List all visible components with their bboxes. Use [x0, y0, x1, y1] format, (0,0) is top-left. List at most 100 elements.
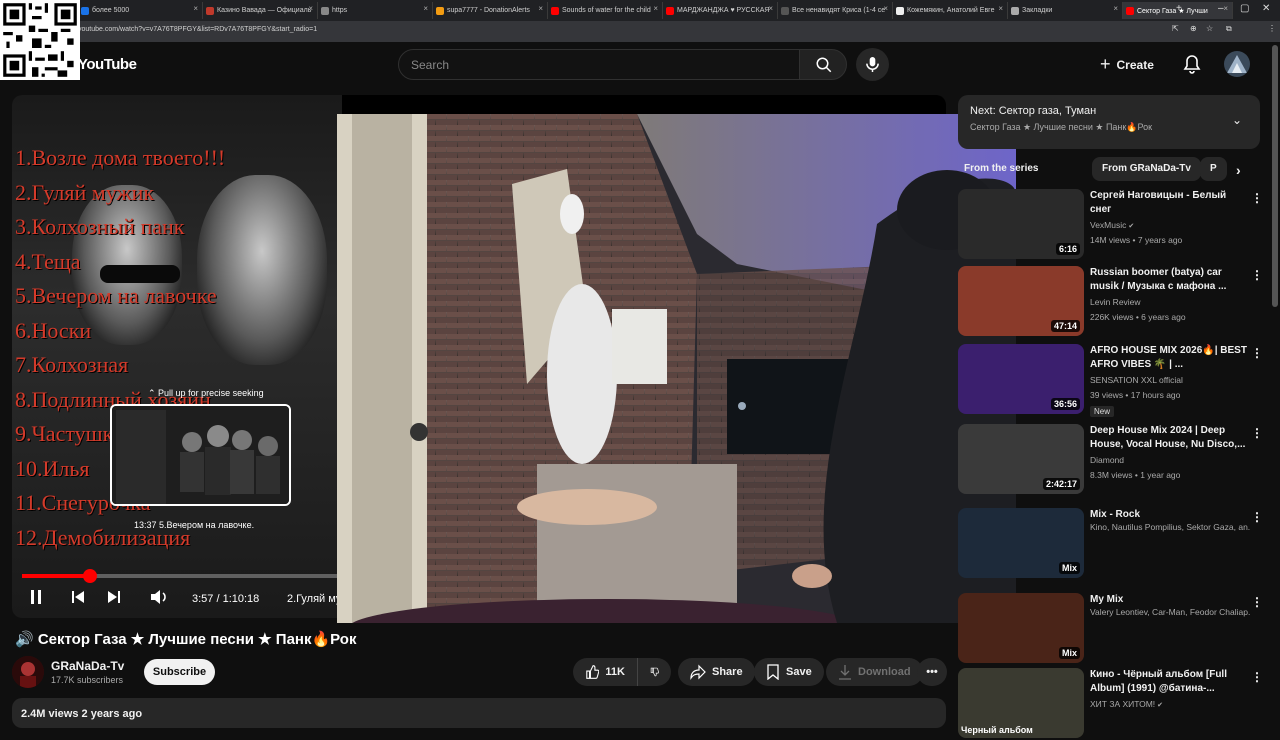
chevron-down-icon[interactable]: ⌄ — [1232, 113, 1242, 127]
chevron-right-icon[interactable]: › — [1236, 162, 1241, 178]
zoom-icon[interactable]: ⊕ — [1190, 24, 1197, 33]
install-icon[interactable]: ⇱ — [1172, 24, 1179, 33]
video-thumbnail[interactable]: 47:14 — [958, 266, 1084, 336]
video-thumbnail[interactable]: Mix — [958, 508, 1084, 578]
tab-close-icon[interactable]: × — [1223, 4, 1228, 13]
browser-tab[interactable]: supa7777 - DonationAlerts × — [433, 2, 548, 19]
video-thumbnail[interactable]: Mix — [958, 593, 1084, 663]
search-placeholder: Search — [411, 58, 450, 72]
recommendation-channel[interactable]: SENSATION XXL official — [1090, 375, 1250, 385]
browser-tab[interactable]: Кожемякин, Анатолий Евге × — [893, 2, 1008, 19]
next-button[interactable] — [106, 589, 122, 609]
more-vertical-icon[interactable]: ⋮ — [1251, 670, 1263, 684]
previous-button[interactable] — [70, 589, 86, 609]
search-button[interactable] — [799, 49, 847, 80]
tab-close-icon[interactable]: × — [308, 4, 313, 13]
description-box[interactable]: 2.4M views 2 years ago — [12, 698, 946, 728]
extensions-icon[interactable]: ⧉ — [1226, 24, 1232, 34]
scrollbar[interactable] — [1272, 45, 1278, 307]
recommendation-title[interactable]: Deep House Mix 2024 | Deep House, Vocal … — [1090, 424, 1250, 452]
subscribe-button[interactable]: Subscribe — [144, 659, 215, 685]
close-window-button[interactable]: ✕ — [1262, 3, 1270, 14]
account-avatar[interactable] — [1224, 51, 1250, 77]
recommendation-title[interactable]: Mix - Rock — [1090, 508, 1250, 522]
more-vertical-icon[interactable]: ⋮ — [1251, 346, 1263, 360]
recommendation-title[interactable]: My Mix — [1090, 593, 1250, 607]
bookmark-star-icon[interactable]: ☆ — [1206, 24, 1213, 33]
channel-avatar[interactable] — [12, 656, 44, 688]
video-thumbnail[interactable]: 6:16 — [958, 189, 1084, 259]
tab-close-icon[interactable]: × — [538, 4, 543, 13]
pause-button[interactable] — [29, 589, 43, 609]
recommendation-channel[interactable]: ХИТ ЗА ХИТОМ! ✔ — [1090, 699, 1250, 709]
more-vertical-icon[interactable]: ⋮ — [1251, 595, 1263, 609]
new-tab-button[interactable]: + — [1176, 3, 1182, 14]
recommendation-title[interactable]: Кино - Чёрный альбом [Full Album] (1991)… — [1090, 668, 1250, 696]
voice-search-button[interactable] — [856, 48, 889, 81]
tab-close-icon[interactable]: × — [1113, 4, 1118, 13]
tab-close-icon[interactable]: × — [883, 4, 888, 13]
volume-button[interactable] — [149, 589, 169, 609]
like-button[interactable]: 11K — [573, 658, 637, 686]
filter-chip[interactable]: From GRaNaDa-Tv — [1092, 157, 1201, 181]
maximize-button[interactable]: ▢ — [1240, 3, 1249, 14]
notifications-button[interactable] — [1183, 54, 1201, 79]
more-vertical-icon[interactable]: ⋮ — [1251, 268, 1263, 282]
download-button[interactable]: Download — [826, 658, 923, 686]
share-button[interactable]: Share — [678, 658, 755, 686]
recommendation-title[interactable]: Russian boomer (batya) car musik / Музык… — [1090, 266, 1250, 294]
recommendation-channel[interactable]: Levin Review — [1090, 297, 1250, 307]
more-vertical-icon[interactable]: ⋮ — [1251, 426, 1263, 440]
search-input[interactable]: Search — [398, 49, 800, 80]
recommendation-title[interactable]: AFRO HOUSE MIX 2026🔥| BEST AFRO VIBES 🌴 … — [1090, 344, 1250, 372]
browser-tab[interactable]: более 5000 × — [78, 2, 203, 19]
url-text[interactable]: youtube.com/watch?v=v7A76T8PFGY&list=RDv… — [78, 26, 317, 33]
save-button[interactable]: Save — [754, 658, 824, 686]
recommendation-item[interactable]: 47:14 Russian boomer (batya) car musik / … — [958, 266, 1278, 338]
video-thumbnail[interactable]: 2:42:17 — [958, 424, 1084, 494]
recommendation-channel[interactable]: Diamond — [1090, 455, 1250, 465]
browser-tab[interactable]: https × — [318, 2, 433, 19]
browser-tab[interactable]: Все ненавидят Криса (1-4 се × — [778, 2, 893, 19]
recommendation-item[interactable]: Черный альбом Кино - Чёрный альбом [Full … — [958, 668, 1278, 740]
video-thumbnail[interactable]: 36:56 — [958, 344, 1084, 414]
chapter-title[interactable]: 2.Гуляй му — [287, 593, 341, 605]
address-bar[interactable]: youtube.com/watch?v=v7A76T8PFGY&list=RDv… — [0, 21, 1280, 42]
up-next-panel[interactable]: Next: Сектор газа, Туман Сектор Газа ★ Л… — [958, 95, 1260, 149]
tab-close-icon[interactable]: × — [768, 4, 773, 13]
recommendation-channel[interactable]: Valery Leontiev, Car-Man, Feodor Chaliap… — [1090, 607, 1250, 617]
youtube-logo[interactable]: YouTube — [78, 56, 137, 73]
more-actions-button[interactable]: ••• — [917, 658, 947, 686]
recommendation-channel[interactable]: VexMusic ✔ — [1090, 220, 1250, 230]
channel-name[interactable]: GRaNaDa-Tv — [51, 659, 124, 673]
tab-close-icon[interactable]: × — [193, 4, 198, 13]
recommendation-item[interactable]: Mix My Mix Valery Leontiev, Car-Man, Feodo… — [958, 593, 1278, 665]
more-vertical-icon[interactable]: ⋮ — [1251, 191, 1263, 205]
recommendation-channel[interactable]: Kino, Nautilus Pompilius, Sektor Gaza, a… — [1090, 522, 1250, 532]
track-list-item: 1.Возле дома твоего!!! — [15, 145, 226, 170]
browser-tab[interactable]: Закладки × — [1008, 2, 1123, 19]
filter-chip[interactable]: From the series — [954, 157, 1048, 181]
browser-tab[interactable]: Казино Вавада — Официаль × — [203, 2, 318, 19]
browser-tab[interactable]: Sounds of water for the child × — [548, 2, 663, 19]
recommendation-item[interactable]: 6:16 Сергей Наговицын - Белый снег VexMusi… — [958, 189, 1278, 261]
scrubber-handle[interactable] — [83, 569, 97, 583]
more-vertical-icon[interactable]: ⋮ — [1251, 510, 1263, 524]
recommendation-title[interactable]: Сергей Наговицын - Белый снег — [1090, 189, 1250, 217]
track-list-item: 2.Гуляй мужик — [15, 179, 155, 205]
tab-close-icon[interactable]: × — [998, 4, 1003, 13]
recommendation-item[interactable]: 36:56 AFRO HOUSE MIX 2026🔥| BEST AFRO VIB… — [958, 344, 1278, 417]
tab-close-icon[interactable]: × — [653, 4, 658, 13]
recommendation-item[interactable]: Mix Mix - Rock Kino, Nautilus Pompilius, S… — [958, 508, 1278, 580]
recommendation-item[interactable]: 2:42:17 Deep House Mix 2024 | Deep House,… — [958, 424, 1278, 496]
video-duration: 6:16 — [1055, 243, 1080, 255]
filter-chip[interactable]: P — [1200, 157, 1227, 181]
menu-icon[interactable]: ⋮ — [1268, 24, 1276, 33]
save-label: Save — [786, 666, 812, 678]
tab-close-icon[interactable]: × — [423, 4, 428, 13]
browser-tab[interactable]: МАРДЖАНДЖА ♥ РУССКАЯ × — [663, 2, 778, 19]
dislike-button[interactable] — [637, 658, 671, 686]
minimize-button[interactable]: – — [1218, 3, 1224, 14]
create-button[interactable]: + Create — [1100, 49, 1154, 80]
video-thumbnail[interactable]: Черный альбом — [958, 668, 1084, 738]
